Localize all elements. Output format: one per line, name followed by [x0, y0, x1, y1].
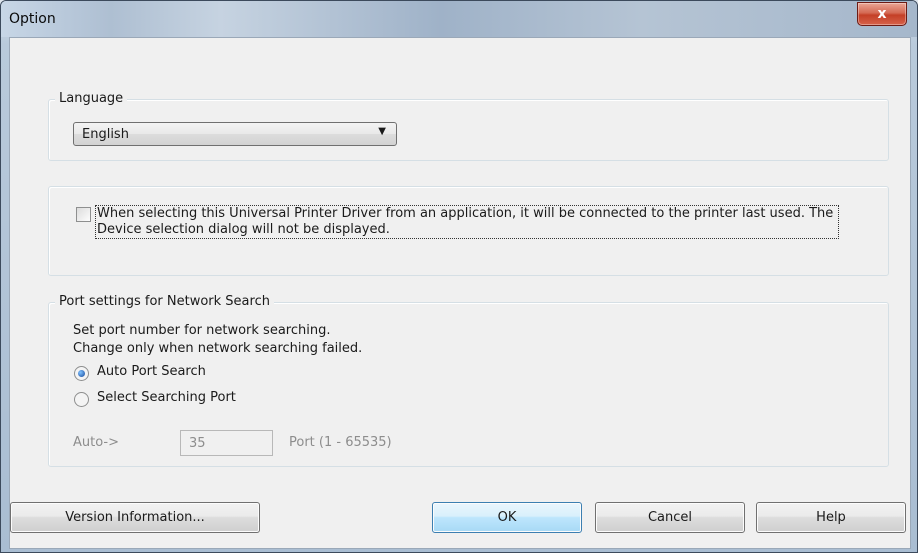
language-group-label: Language: [55, 91, 128, 106]
port-range-label: Port (1 - 65535): [289, 435, 392, 450]
ok-button[interactable]: OK: [432, 502, 582, 533]
dialog-body: Language English ▼ When selecting this U…: [9, 37, 911, 549]
port-number-value: 35: [189, 436, 206, 451]
last-printer-checkbox[interactable]: [76, 207, 91, 222]
port-description-line-2: Change only when network searching faile…: [73, 341, 363, 356]
auto-port-label: Auto->: [73, 435, 120, 450]
help-button[interactable]: Help: [756, 502, 906, 533]
window-title: Option: [9, 11, 56, 27]
help-label: Help: [816, 510, 846, 525]
language-dropdown[interactable]: English ▼: [73, 122, 397, 146]
close-button[interactable]: x: [857, 2, 907, 26]
title-bar[interactable]: Option x: [1, 1, 917, 37]
connection-group: When selecting this Universal Printer Dr…: [48, 186, 889, 276]
port-settings-group: Port settings for Network Search Set por…: [48, 294, 889, 467]
version-information-label: Version Information...: [65, 510, 205, 525]
select-searching-port-radio[interactable]: [74, 392, 89, 407]
cancel-label: Cancel: [647, 510, 693, 525]
chevron-down-icon: ▼: [378, 126, 386, 137]
port-number-input[interactable]: 35: [180, 430, 273, 456]
select-searching-port-label[interactable]: Select Searching Port: [97, 390, 236, 405]
language-selected-value: English: [82, 127, 129, 142]
port-description-line-1: Set port number for network searching.: [73, 323, 331, 338]
port-settings-group-label: Port settings for Network Search: [55, 294, 274, 309]
auto-port-search-label[interactable]: Auto Port Search: [97, 364, 206, 379]
last-printer-checkbox-label[interactable]: When selecting this Universal Printer Dr…: [95, 205, 839, 239]
close-icon: x: [877, 6, 887, 22]
dialog-window: Option x Language English ▼ When selecti…: [0, 0, 918, 553]
auto-port-search-radio[interactable]: [74, 366, 89, 381]
version-information-button[interactable]: Version Information...: [10, 502, 260, 533]
language-group: Language English ▼: [48, 91, 889, 161]
ok-label: OK: [497, 510, 517, 525]
radio-selected-dot: [78, 370, 85, 377]
cancel-button[interactable]: Cancel: [595, 502, 745, 533]
